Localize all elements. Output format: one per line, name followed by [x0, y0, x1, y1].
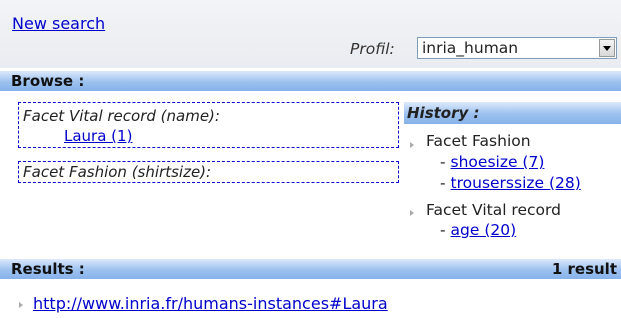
- new-search-link[interactable]: New search: [12, 14, 105, 33]
- history-header: History :: [404, 102, 621, 124]
- facet-vital-record: Facet Vital record (name): Laura (1): [18, 102, 399, 148]
- bullet-icon: [410, 142, 414, 148]
- facet-title: Facet Vital record (name):: [23, 107, 220, 125]
- results-count: 1 result: [551, 260, 617, 278]
- bullet-icon: [19, 302, 23, 308]
- history-item-link[interactable]: age (20): [451, 221, 517, 239]
- chevron-down-icon[interactable]: [599, 39, 615, 57]
- bullet-icon: [410, 210, 414, 216]
- facet-title: Facet Fashion (shirtsize):: [23, 163, 212, 181]
- results-title: Results :: [11, 260, 85, 278]
- profile-select-value: inria_human: [422, 39, 519, 57]
- history-item: - age (20): [440, 221, 517, 239]
- facet-fashion: Facet Fashion (shirtsize):: [18, 161, 399, 183]
- history-group-label: Facet Vital record: [426, 201, 561, 219]
- result-link[interactable]: http://www.inria.fr/humans-instances#Lau…: [33, 294, 388, 313]
- profile-label: Profil:: [350, 40, 395, 58]
- history-item-link[interactable]: trouserssize (28): [451, 174, 581, 192]
- browse-header: Browse :: [0, 71, 621, 91]
- profile-select[interactable]: inria_human: [417, 37, 617, 59]
- history-item: - shoesize (7): [440, 153, 545, 171]
- history-item: - trouserssize (28): [440, 174, 581, 192]
- facet-value-link[interactable]: Laura (1): [64, 127, 132, 145]
- results-header: Results : 1 result: [0, 259, 621, 279]
- history-item-link[interactable]: shoesize (7): [451, 153, 545, 171]
- history-group-label: Facet Fashion: [426, 132, 531, 150]
